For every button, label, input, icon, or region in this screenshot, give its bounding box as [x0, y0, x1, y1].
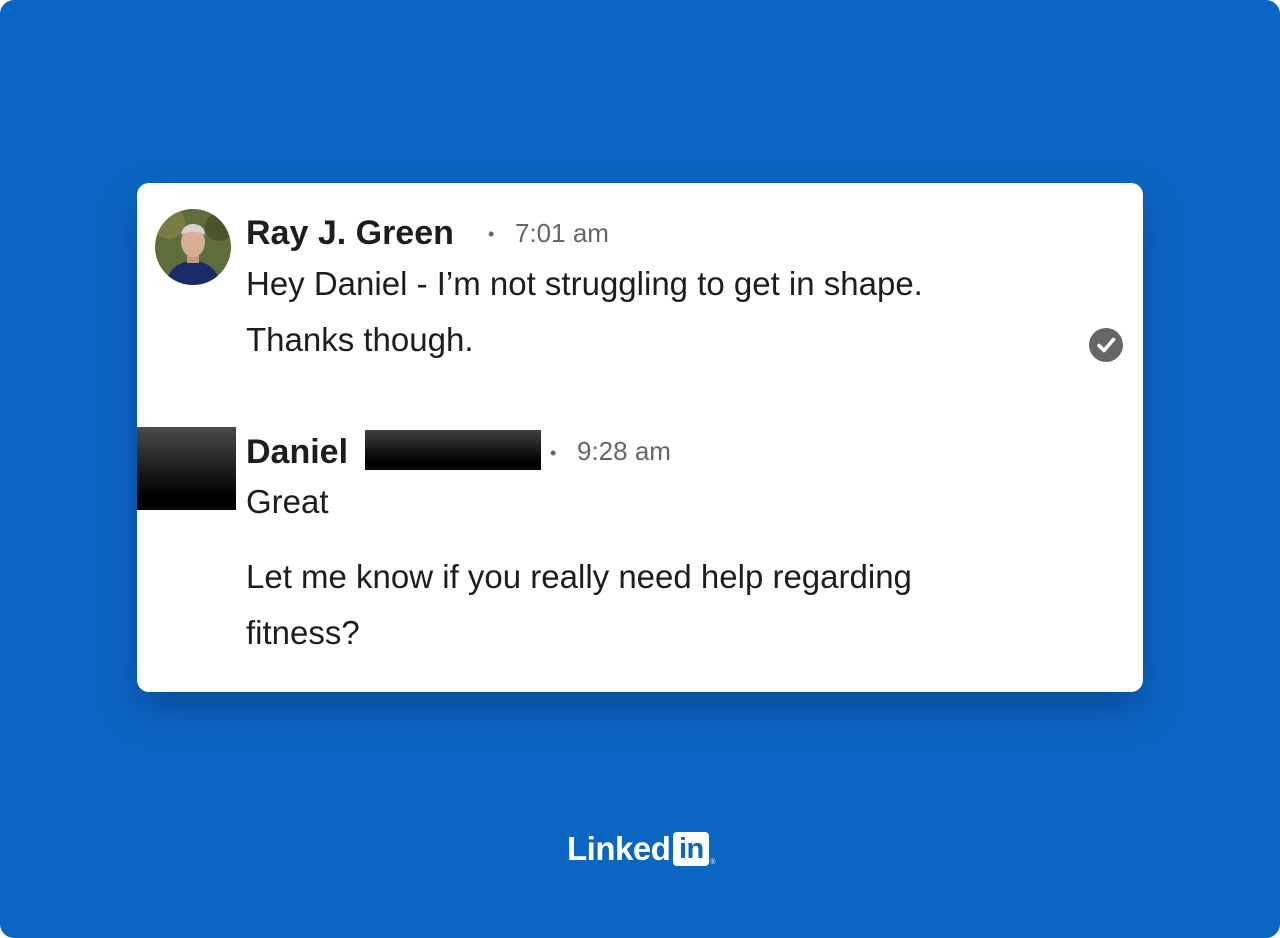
separator-dot: • — [550, 443, 557, 463]
sender-name[interactable]: Ray J. Green — [246, 213, 454, 253]
profile-photo-icon — [155, 209, 231, 285]
message-line: fitness? — [246, 614, 360, 651]
message-line: Hey Daniel - I’m not struggling to get i… — [246, 265, 923, 302]
message-line: Thanks though. — [246, 321, 474, 358]
logo-wordmark: Linked — [567, 830, 671, 867]
registered-mark: ® — [710, 858, 716, 866]
redacted-avatar — [137, 427, 236, 510]
read-receipt-icon — [1089, 328, 1123, 362]
linkedin-logo: Linked in ® — [567, 829, 716, 869]
redacted-surname — [365, 430, 541, 470]
message-time: 9:28 am — [577, 436, 671, 466]
logo-in-box: in — [673, 832, 710, 866]
message-line: Let me know if you really need help rega… — [246, 558, 912, 595]
background-frame: Ray J. Green • 7:01 am Hey Daniel - I’m … — [0, 0, 1280, 938]
message-line: Great — [246, 483, 329, 520]
check-circle-icon — [1097, 337, 1116, 353]
message-card: Ray J. Green • 7:01 am Hey Daniel - I’m … — [137, 183, 1143, 692]
avatar[interactable] — [155, 209, 231, 285]
sender-name[interactable]: Daniel — [246, 432, 348, 472]
separator-dot: • — [488, 224, 495, 244]
message-time: 7:01 am — [515, 218, 609, 248]
